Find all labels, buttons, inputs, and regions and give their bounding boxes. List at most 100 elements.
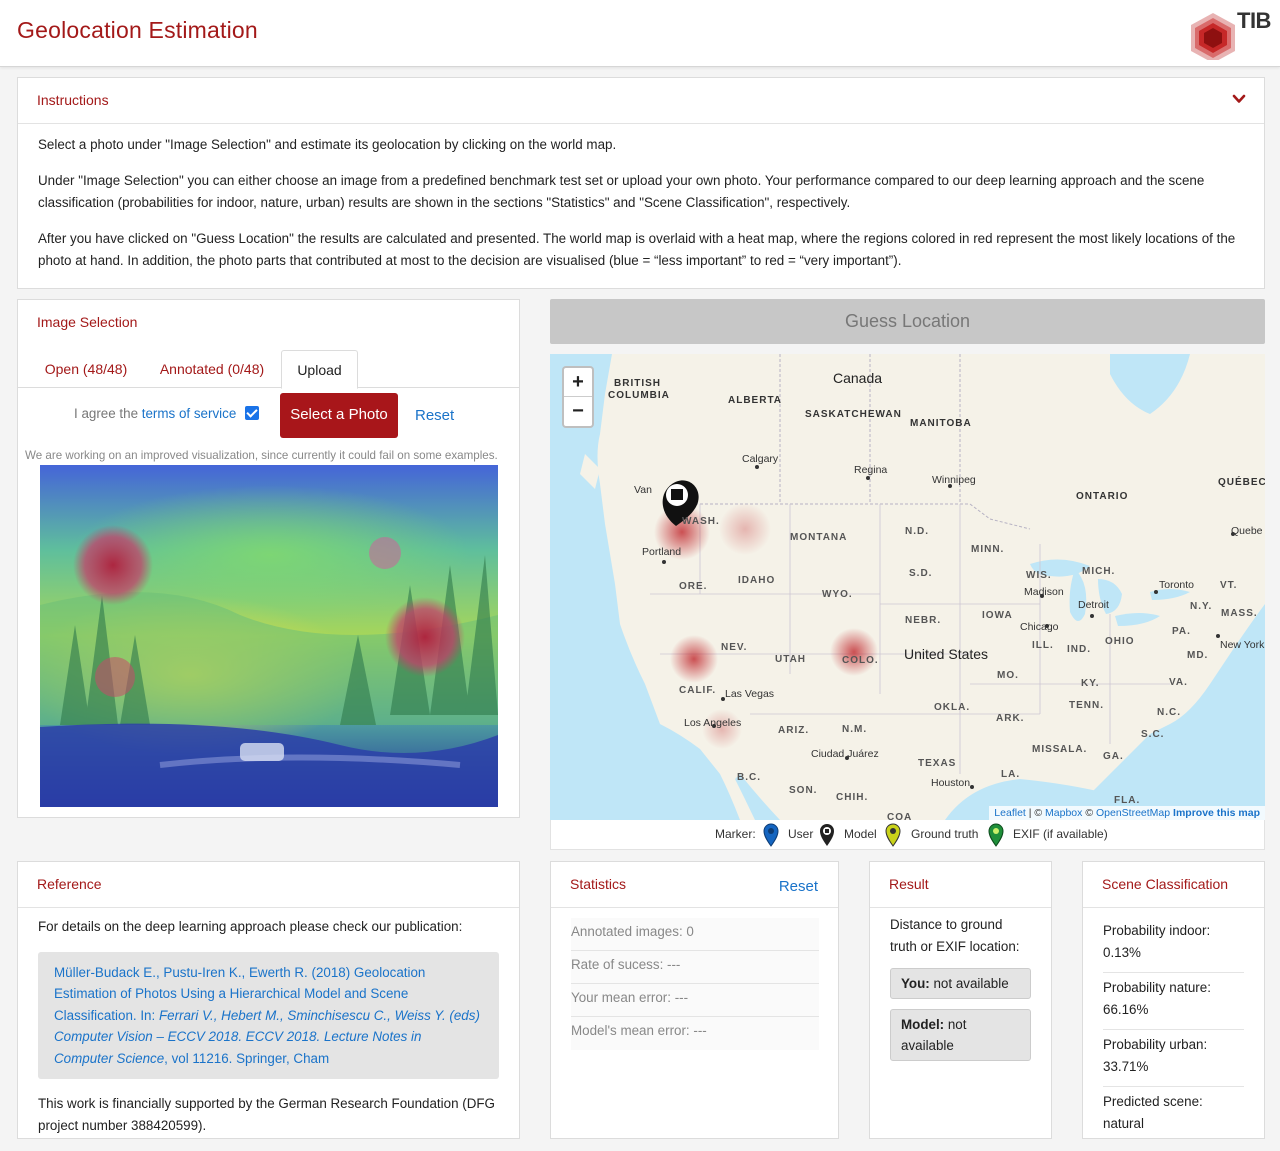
select-photo-button[interactable]: Select a Photo [280, 393, 398, 438]
instructions-body: Select a photo under "Image Selection" a… [18, 124, 1264, 272]
map-label: LA. [1001, 769, 1021, 780]
map-label: Ciudad Juárez [811, 748, 879, 760]
model-distance-label: Model: [901, 1017, 945, 1032]
legend-item-user: User [788, 827, 814, 841]
map-label: Calgary [742, 453, 779, 465]
map-label: TEXAS [918, 758, 957, 769]
map-label: ALA. [1060, 744, 1088, 755]
world-map[interactable]: BRITISH COLUMBIA Canada ALBERTA SASKATCH… [550, 354, 1265, 820]
map-label: KY. [1081, 678, 1100, 689]
map-label: MASS. [1221, 608, 1258, 619]
attribution-separator: © [1082, 807, 1096, 819]
map-label: Chicago [1020, 621, 1059, 633]
map-label: ARK. [996, 713, 1025, 724]
zoom-in-button[interactable]: + [564, 368, 592, 397]
map-label: N.C. [1157, 707, 1181, 718]
map-label: Las Vegas [725, 688, 775, 700]
instructions-panel: Instructions Select a photo under "Image… [17, 77, 1265, 289]
map-label: Winnipeg [932, 474, 976, 486]
map-label: S.D. [909, 568, 933, 579]
map-label: MONTANA [790, 532, 848, 543]
map-label: United States [904, 646, 989, 662]
map-label: COLO. [842, 655, 879, 666]
tab-open[interactable]: Open (48/48) [36, 350, 136, 388]
agree-checkbox[interactable] [245, 406, 259, 420]
scene-label: Probability indoor: [1103, 923, 1211, 938]
exif-marker-icon [988, 823, 1004, 847]
mapbox-link[interactable]: Mapbox [1045, 807, 1082, 819]
instructions-title: Instructions [37, 92, 109, 108]
scene-value: natural [1103, 1116, 1144, 1131]
map-label: FLA. [1114, 795, 1141, 806]
legend-item-model: Model [844, 827, 877, 841]
scene-label: Predicted scene: [1103, 1094, 1203, 1109]
citation-box[interactable]: Müller-Budack E., Pustu-Iren K., Ewerth … [38, 951, 499, 1079]
scene-row-urban: Probability urban: 33.71% [1103, 1030, 1244, 1087]
reset-image-link[interactable]: Reset [415, 407, 454, 424]
leaflet-link[interactable]: Leaflet [994, 807, 1026, 819]
model-marker-legend-icon [820, 824, 834, 846]
reference-intro: For details on the deep learning approac… [38, 919, 463, 934]
tab-upload[interactable]: Upload [281, 350, 358, 389]
scene-label: Probability urban: [1103, 1037, 1208, 1052]
result-panel: Result Distance to ground truth or EXIF … [869, 861, 1052, 1139]
visualization-note: We are working on an improved visualizat… [25, 449, 498, 462]
map-label: Los Angeles [684, 717, 742, 729]
terms-of-service-link[interactable]: terms of service [142, 406, 237, 421]
map-label: S.C. [1141, 729, 1165, 740]
map-label: NEBR. [905, 615, 942, 626]
scene-label: Probability nature: [1103, 980, 1211, 995]
map-label: WYO. [822, 589, 853, 600]
map-label: IOWA [982, 610, 1013, 621]
map-label: ARIZ. [778, 725, 810, 736]
attribution-separator: | © [1025, 807, 1046, 819]
map-label: QUÉBEC [1218, 477, 1265, 488]
user-marker-icon [763, 823, 779, 847]
map-label: VT. [1220, 580, 1238, 591]
top-bar: Geolocation Estimation TIB [0, 0, 1280, 67]
tib-logo-text: TIB [1237, 8, 1271, 33]
model-distance-box: Model: not available [890, 1009, 1031, 1061]
openstreetmap-link[interactable]: OpenStreetMap [1096, 807, 1170, 819]
map-label: MO. [997, 670, 1019, 681]
map-base [580, 354, 1265, 820]
map-label: Canada [833, 370, 883, 386]
scene-value: 0.13% [1103, 945, 1141, 960]
stat-annotated: Annotated images: 0 [571, 918, 819, 951]
result-title: Result [870, 862, 1051, 908]
statistics-list: Annotated images: 0 Rate of sucess: --- … [571, 918, 819, 1050]
improve-map-link[interactable]: Improve this map [1173, 807, 1260, 819]
map-label: ONTARIO [1076, 491, 1129, 502]
instructions-header[interactable]: Instructions [18, 78, 1264, 124]
stat-user-error: Your mean error: --- [571, 984, 819, 1017]
map-label: NEV. [721, 642, 748, 653]
image-selection-title: Image Selection [37, 314, 138, 330]
map-label: VA. [1169, 677, 1188, 688]
scene-row-nature: Probability nature: 66.16% [1103, 973, 1244, 1030]
map-label: N.M. [842, 724, 868, 735]
map-label: N.D. [905, 526, 929, 537]
map-label: IDAHO [738, 575, 776, 586]
map-label: Van [634, 484, 652, 496]
guess-location-button[interactable]: Guess Location [550, 299, 1265, 344]
map-label: ILL. [1032, 640, 1054, 651]
statistics-panel: Statistics Reset Annotated images: 0 Rat… [550, 861, 839, 1139]
map-label: MANITOBA [910, 418, 972, 429]
statistics-reset-link[interactable]: Reset [779, 878, 818, 895]
scene-value: 33.71% [1103, 1059, 1149, 1074]
map-label: New York [1220, 639, 1265, 651]
chevron-down-icon[interactable] [1232, 92, 1246, 106]
map-label: COA [887, 812, 913, 820]
map-label: PA. [1172, 626, 1191, 637]
zoom-out-button[interactable]: − [564, 397, 592, 426]
citation-tail[interactable]: , vol 11216. Springer, Cham [164, 1051, 329, 1066]
terms-agreement: I agree the terms of service [74, 406, 236, 421]
map-label: ALBERTA [728, 395, 783, 406]
tab-annotated[interactable]: Annotated (0/48) [150, 350, 274, 388]
map-label: IND. [1067, 644, 1091, 655]
map-label: Quebe [1231, 525, 1263, 537]
user-distance-box: You: not available [890, 968, 1031, 999]
scene-row-predicted: Predicted scene: natural [1103, 1087, 1244, 1143]
map-attribution: Leaflet | © Mapbox © OpenStreetMap Impro… [989, 806, 1265, 820]
map-label: BRITISH [614, 378, 661, 389]
